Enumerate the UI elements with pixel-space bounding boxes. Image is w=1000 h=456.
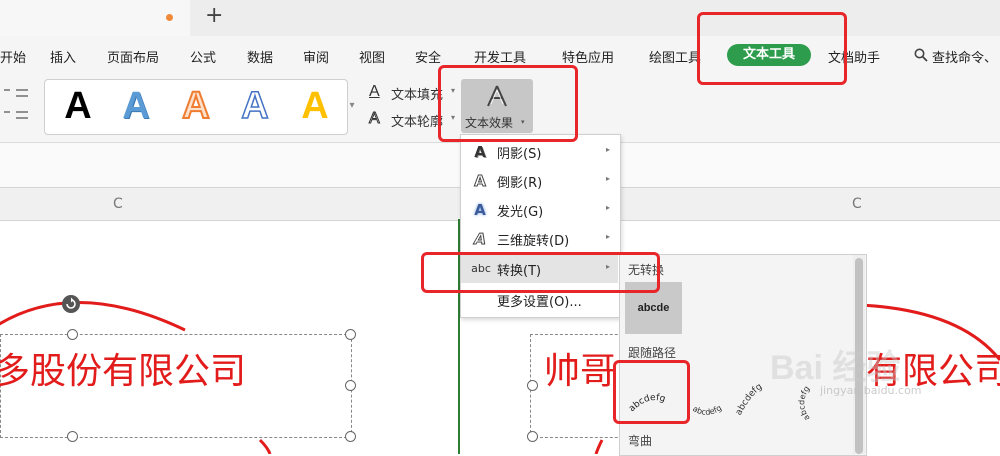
menu-page-layout[interactable]: 页面布局 (107, 47, 159, 66)
align-icon[interactable] (2, 86, 32, 130)
unsaved-dot-icon (166, 14, 173, 21)
menu-data[interactable]: 数据 (247, 47, 273, 66)
glow-icon: A (474, 201, 486, 219)
resize-handle[interactable] (527, 380, 538, 391)
menu-formula[interactable]: 公式 (190, 47, 216, 66)
new-tab-button[interactable]: + (205, 3, 223, 28)
resize-handle[interactable] (345, 380, 356, 391)
chevron-right-icon: ▸ (605, 145, 610, 154)
menu-review[interactable]: 审阅 (303, 47, 329, 66)
menu-drawing-tools[interactable]: 绘图工具 (649, 47, 701, 66)
rotate-handle-icon[interactable] (61, 294, 81, 314)
stamp-circle-left-arc (0, 301, 186, 332)
text-fill-label: 文本填充 (391, 88, 444, 103)
chevron-right-icon: ▸ (605, 232, 610, 241)
highlight-transform (421, 252, 660, 293)
follow-path-ring-sample[interactable]: abcdefg (797, 384, 811, 422)
menu-special-apps[interactable]: 特色应用 (562, 47, 614, 66)
resize-handle[interactable] (527, 431, 538, 442)
search-command[interactable]: 查找命令、 (912, 44, 998, 66)
baidu-jingyan-watermark: Bai 经验 (770, 349, 901, 387)
resize-handle[interactable] (67, 431, 78, 442)
resize-handle[interactable] (345, 329, 356, 340)
watermark-url: jingyan.baidu.com (820, 384, 922, 397)
follow-path-wave-sample[interactable]: abcdefg (691, 403, 723, 417)
dropdown-item-3d-rotation[interactable]: A 三维旋转(D) ▸ (461, 224, 618, 253)
menu-developer-tools[interactable]: 开发工具 (474, 47, 526, 66)
resize-handle[interactable] (67, 329, 78, 340)
search-icon (914, 48, 928, 62)
document-tab[interactable] (0, 0, 190, 36)
stamp-circle-right-arc-bottom (594, 439, 604, 454)
style-blue[interactable]: A (110, 82, 162, 130)
stamp-text-right-a[interactable]: 帅哥 (544, 342, 616, 394)
style-blue-outline[interactable]: A (229, 82, 281, 130)
highlight-text-tools (697, 12, 847, 85)
gallery-more-button[interactable]: ▾ (347, 92, 357, 120)
menu-view[interactable]: 视图 (359, 47, 385, 66)
menu-home[interactable]: 开始 (0, 47, 26, 66)
highlight-follow-path-option (613, 360, 690, 424)
shadow-icon: A (474, 143, 486, 161)
3d-rotation-icon: A (472, 230, 488, 249)
section-follow-path: 跟随路径 (628, 346, 677, 360)
search-label: 查找命令、 (932, 51, 998, 66)
stamp-text-left[interactable]: 多股份有限公司 (0, 342, 246, 394)
style-black[interactable]: A (52, 82, 104, 130)
style-orange-outline[interactable]: A (170, 82, 222, 130)
dropdown-item-glow[interactable]: A 发光(G) ▸ (461, 195, 618, 224)
dropdown-item-reflection[interactable]: A 倒影(R) ▸ (461, 166, 618, 195)
text-outline-icon: A (369, 110, 381, 128)
column-header-c-left[interactable]: C (113, 196, 123, 212)
reflection-icon: A (474, 172, 487, 191)
stamp-circle-left-arc-bottom (258, 438, 272, 454)
chevron-right-icon: ▸ (605, 174, 610, 183)
menu-security[interactable]: 安全 (415, 47, 441, 66)
follow-path-circle-sample[interactable]: abcdefg (734, 382, 764, 417)
menu-insert[interactable]: 插入 (50, 47, 76, 66)
text-outline-label: 文本轮廓 (391, 115, 444, 130)
chevron-right-icon: ▸ (605, 203, 610, 212)
resize-handle[interactable] (345, 431, 356, 442)
section-warp: 弯曲 (628, 434, 653, 448)
highlight-text-effect (438, 65, 578, 142)
column-header-c-right[interactable]: C (852, 196, 862, 212)
text-fill-icon: A (369, 83, 380, 100)
style-gold[interactable]: A (289, 82, 341, 130)
